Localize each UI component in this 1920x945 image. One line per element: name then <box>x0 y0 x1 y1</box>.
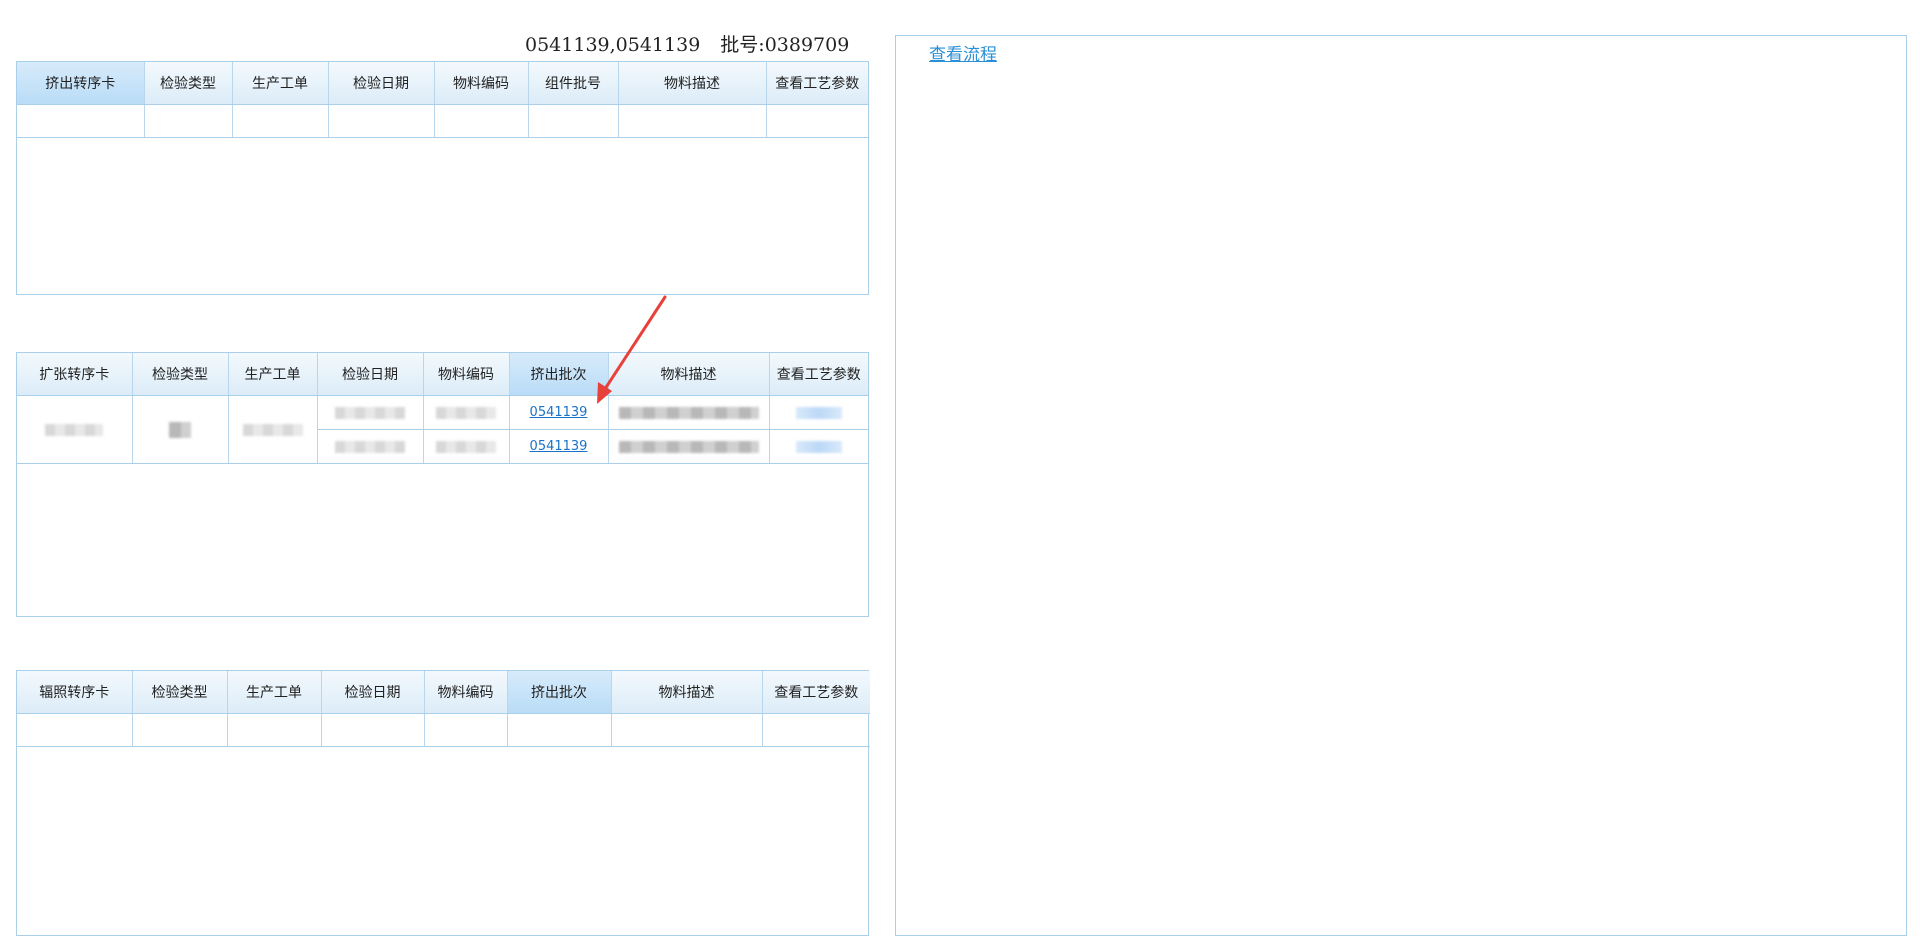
material-desc-cell <box>608 395 770 430</box>
table-row[interactable]: 0541139 <box>17 395 868 464</box>
redacted-value <box>335 406 405 419</box>
inspection-date-cell <box>317 429 424 464</box>
col-header-process-params[interactable]: 查看工艺参数 <box>762 671 870 714</box>
col-header-extrusion-card[interactable]: 挤出转序卡 <box>17 62 145 105</box>
irradiation-card-panel: 辐照转序卡 检验类型 生产工单 检验日期 物料编码 挤出批次 物料描述 查看工艺… <box>16 670 870 936</box>
extrusion-batch-cell: 0541139 <box>509 395 609 430</box>
col-header-irradiation-card[interactable]: 辐照转序卡 <box>17 671 133 714</box>
col-header-process-params[interactable]: 查看工艺参数 <box>766 62 868 105</box>
col-header-inspection-type[interactable]: 检验类型 <box>132 353 229 396</box>
table-row[interactable] <box>17 104 868 138</box>
redacted-value <box>618 440 759 453</box>
batch-values: 0541139,0541139 <box>525 34 701 56</box>
material-desc-cell <box>608 429 770 464</box>
expansion-card-cell <box>17 395 133 464</box>
flow-panel: 查看流程 <box>895 35 1907 936</box>
process-params-link[interactable] <box>795 440 842 453</box>
col-header-material-desc[interactable]: 物料描述 <box>608 353 770 396</box>
expansion-card-table: 扩张转序卡 检验类型 生产工单 检验日期 物料编码 挤出批次 物料描述 查看工艺… <box>17 353 868 464</box>
batch-number: 0389709 <box>764 34 850 56</box>
col-header-inspection-date[interactable]: 检验日期 <box>317 353 424 396</box>
batch-info: 0541139,0541139 批号:0389709 <box>525 30 849 57</box>
col-header-work-order[interactable]: 生产工单 <box>232 62 329 105</box>
material-code-cell <box>423 429 510 464</box>
col-header-inspection-date[interactable]: 检验日期 <box>328 62 435 105</box>
col-header-component-batch[interactable]: 组件批号 <box>528 62 619 105</box>
col-header-extrusion-batch[interactable]: 挤出批次 <box>509 353 609 396</box>
inspection-date-cell <box>317 395 424 430</box>
process-params-cell <box>769 429 868 464</box>
extrusion-card-table: 挤出转序卡 检验类型 生产工单 检验日期 物料编码 组件批号 物料描述 查看工艺… <box>17 62 868 138</box>
col-header-material-code[interactable]: 物料编码 <box>434 62 529 105</box>
process-params-cell <box>769 395 868 430</box>
col-header-extrusion-batch[interactable]: 挤出批次 <box>507 671 612 714</box>
redacted-value <box>436 440 496 453</box>
col-header-inspection-type[interactable]: 检验类型 <box>132 671 228 714</box>
col-header-work-order[interactable]: 生产工单 <box>228 353 318 396</box>
table-header-row: 辐照转序卡 检验类型 生产工单 检验日期 物料编码 挤出批次 物料描述 查看工艺… <box>17 671 870 714</box>
table-header-row: 扩张转序卡 检验类型 生产工单 检验日期 物料编码 挤出批次 物料描述 查看工艺… <box>17 353 868 396</box>
table-row[interactable] <box>17 713 870 747</box>
extrusion-batch-link[interactable]: 0541139 <box>530 405 588 420</box>
batch-label: 批号: <box>720 34 765 56</box>
col-header-work-order[interactable]: 生产工单 <box>227 671 322 714</box>
col-header-inspection-date[interactable]: 检验日期 <box>321 671 425 714</box>
redacted-value <box>242 423 303 436</box>
redacted-value <box>436 406 496 419</box>
col-header-material-desc[interactable]: 物料描述 <box>618 62 767 105</box>
redacted-value <box>45 423 104 436</box>
expansion-card-panel: 扩张转序卡 检验类型 生产工单 检验日期 物料编码 挤出批次 物料描述 查看工艺… <box>16 352 869 617</box>
redacted-value <box>169 421 191 438</box>
col-header-process-params[interactable]: 查看工艺参数 <box>769 353 868 396</box>
view-flow-link[interactable]: 查看流程 <box>929 40 997 65</box>
col-header-inspection-type[interactable]: 检验类型 <box>144 62 233 105</box>
process-params-link[interactable] <box>795 406 842 419</box>
table-header-row: 挤出转序卡 检验类型 生产工单 检验日期 物料编码 组件批号 物料描述 查看工艺… <box>17 62 868 105</box>
inspection-type-cell <box>132 395 229 464</box>
redacted-value <box>335 440 405 453</box>
extrusion-card-panel: 挤出转序卡 检验类型 生产工单 检验日期 物料编码 组件批号 物料描述 查看工艺… <box>16 61 869 295</box>
irradiation-card-table: 辐照转序卡 检验类型 生产工单 检验日期 物料编码 挤出批次 物料描述 查看工艺… <box>17 671 870 747</box>
material-code-cell <box>423 395 510 430</box>
col-header-material-code[interactable]: 物料编码 <box>424 671 508 714</box>
col-header-material-desc[interactable]: 物料描述 <box>611 671 763 714</box>
redacted-value <box>618 406 759 419</box>
work-order-cell <box>228 395 318 464</box>
col-header-material-code[interactable]: 物料编码 <box>423 353 510 396</box>
extrusion-batch-cell: 0541139 <box>509 429 609 464</box>
col-header-expansion-card[interactable]: 扩张转序卡 <box>17 353 133 396</box>
extrusion-batch-link[interactable]: 0541139 <box>530 439 588 454</box>
